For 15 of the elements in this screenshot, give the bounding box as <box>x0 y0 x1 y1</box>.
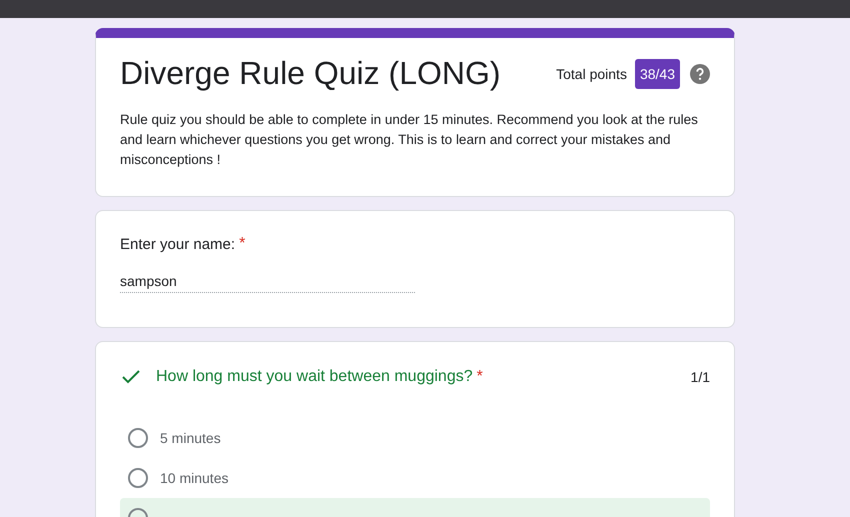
answer-field[interactable]: sampson <box>120 273 415 293</box>
option-label: 10 minutes <box>160 470 228 486</box>
required-mark: * <box>239 235 246 253</box>
question-text: How long must you wait between muggings? <box>156 368 473 386</box>
form-title: Diverge Rule Quiz (LONG) <box>120 55 502 92</box>
form-description: Rule quiz you should be able to complete in under 15 minutes. Recommend you look at the rules and learn whichever questions you get wrong. This is to learn and correct your mistakes and misconceptions ! <box>120 111 699 169</box>
points-badge: 38/43 <box>634 58 680 88</box>
points-label: Total points <box>556 66 627 82</box>
radio-button[interactable] <box>128 428 148 448</box>
question-label: Enter your name: <box>120 236 236 252</box>
required-mark: * <box>476 368 483 386</box>
help-icon[interactable] <box>690 64 710 84</box>
radio-button[interactable] <box>128 468 148 488</box>
question-score: 1/1 <box>690 369 710 385</box>
option-label: 5 minutes <box>160 430 221 446</box>
